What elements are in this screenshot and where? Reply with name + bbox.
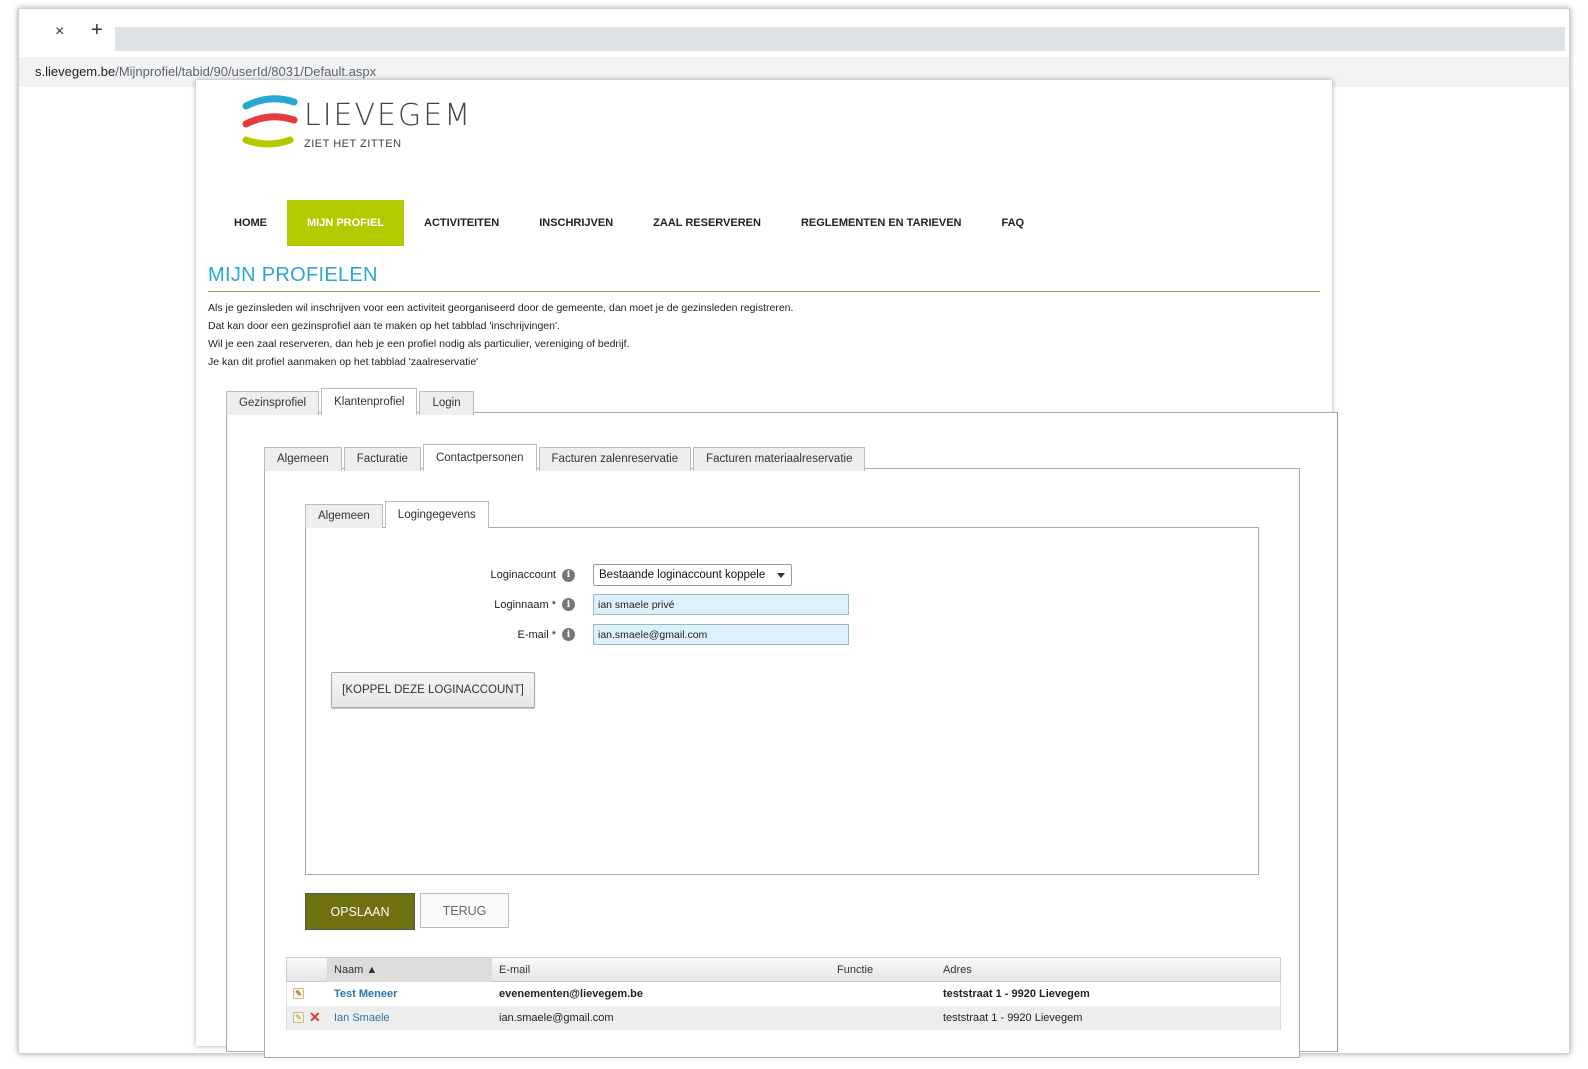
contact-name[interactable]: Ian Smaele — [334, 1012, 390, 1024]
tab-facturen-zalenreservatie[interactable]: Facturen zalenreservatie — [538, 447, 692, 471]
new-tab-icon[interactable]: + — [91, 19, 103, 42]
intro-text: Als je gezinsleden wil inschrijven voor … — [208, 299, 793, 371]
loginaccount-label: Loginaccount — [490, 569, 556, 581]
save-button[interactable]: OPSLAAN — [305, 893, 415, 930]
intro-line: Je kan dit profiel aanmaken op het tabbl… — [208, 356, 479, 368]
url-host: s.lievegem.be — [35, 64, 116, 79]
logo-mark-icon — [242, 95, 298, 148]
logo-name: LIEVEGEM — [304, 98, 473, 133]
tab-facturen-materiaalreservatie[interactable]: Facturen materiaalreservatie — [693, 447, 866, 471]
back-button[interactable]: TERUG — [420, 893, 509, 928]
url-text[interactable]: s.lievegem.be/Mijnprofiel/tabid/90/userI… — [35, 64, 376, 79]
tab-klantenprofiel[interactable]: Klantenprofiel — [321, 388, 418, 415]
title-divider — [208, 291, 1320, 292]
loginaccount-select[interactable]: Bestaande loginaccount koppele — [593, 564, 792, 586]
nav-item-mijn-profiel[interactable]: MIJN PROFIEL — [287, 200, 405, 246]
tab-login[interactable]: Login — [419, 391, 474, 415]
info-icon[interactable]: i — [562, 568, 575, 582]
tab-facturatie[interactable]: Facturatie — [343, 447, 421, 471]
edit-icon[interactable]: ✎ — [293, 1012, 304, 1023]
main-nav: HOME MIJN PROFIEL ACTIVITEITEN INSCHRIJV… — [214, 200, 1044, 246]
email-row: E-mail * i ian.smaele@gmail.com — [386, 624, 849, 645]
page-title: MIJN PROFIELEN — [208, 264, 378, 286]
edit-icon[interactable]: ✎ — [293, 988, 304, 999]
nav-item-faq[interactable]: FAQ — [981, 200, 1044, 246]
tab-contactpersonen[interactable]: Contactpersonen — [422, 444, 537, 471]
logo-tagline: ZIET HET ZITTEN — [304, 138, 402, 150]
browser-tab-strip: × + — [19, 9, 1569, 53]
table-header: Naam ▲ E-mail Functie Adres — [286, 957, 1281, 982]
column-header-adres[interactable]: Adres — [943, 964, 972, 976]
nav-item-zaal-reserveren[interactable]: ZAAL RESERVEREN — [633, 200, 781, 246]
tab-gezinsprofiel[interactable]: Gezinsprofiel — [226, 391, 320, 415]
contact-adres: teststraat 1 - 9920 Lievegem — [943, 1012, 1083, 1024]
tab-bar — [115, 27, 1565, 51]
intro-line: Wil je een zaal reserveren, dan heb je e… — [208, 338, 630, 350]
contact-email: evenementen@lievegem.be — [499, 988, 644, 1000]
tab-algemeen[interactable]: Algemeen — [264, 447, 342, 471]
contact-name[interactable]: Test Meneer — [334, 988, 397, 1000]
info-icon[interactable]: i — [562, 598, 575, 611]
close-tab-icon[interactable]: × — [55, 23, 64, 41]
url-path: /Mijnprofiel/tabid/90/userId/8031/Defaul… — [115, 64, 377, 79]
table-row[interactable]: ✎ ✕ Ian Smaele ian.smaele@gmail.com test… — [286, 1006, 1281, 1030]
intro-line: Als je gezinsleden wil inschrijven voor … — [208, 302, 794, 314]
column-header-email[interactable]: E-mail — [499, 964, 530, 976]
contact-adres: teststraat 1 - 9920 Lievegem — [943, 988, 1090, 1000]
nav-item-inschrijven[interactable]: INSCHRIJVEN — [519, 200, 633, 246]
klantenprofiel-tabs: Algemeen Facturatie Contactpersonen Fact… — [264, 444, 867, 471]
page-container: LIEVEGEM ZIET HET ZITTEN HOME MIJN PROFI… — [196, 80, 1338, 1058]
tab-logingegevens[interactable]: Logingegevens — [384, 501, 489, 528]
email-label: E-mail * — [517, 628, 556, 641]
profile-tabs: Gezinsprofiel Klantenprofiel Login — [226, 388, 476, 415]
contactpersoon-tabs: Algemeen Logingegevens — [305, 501, 491, 528]
info-icon[interactable]: i — [562, 628, 575, 641]
nav-item-activiteiten[interactable]: ACTIVITEITEN — [404, 200, 519, 246]
tab-contact-algemeen[interactable]: Algemeen — [305, 504, 383, 528]
nav-item-home[interactable]: HOME — [214, 200, 287, 246]
loginnaam-row: Loginnaam * i ian smaele privé — [386, 594, 849, 615]
loginnaam-input[interactable]: ian smaele privé — [593, 594, 849, 615]
table-row[interactable]: ✎ Test Meneer evenementen@lievegem.be te… — [286, 982, 1281, 1006]
loginaccount-row: Loginaccount i Bestaande loginaccount ko… — [386, 564, 792, 586]
chevron-down-icon — [777, 573, 785, 578]
column-header-naam[interactable]: Naam ▲ — [334, 964, 377, 976]
loginaccount-selected-value: Bestaande loginaccount koppele — [599, 569, 766, 581]
column-header-functie[interactable]: Functie — [837, 964, 873, 976]
nav-item-reglementen[interactable]: REGLEMENTEN EN TARIEVEN — [781, 200, 982, 246]
intro-line: Dat kan door een gezinsprofiel aan te ma… — [208, 320, 560, 332]
koppel-loginaccount-button[interactable]: [KOPPEL DEZE LOGINACCOUNT] — [331, 672, 535, 708]
contact-email: ian.smaele@gmail.com — [499, 1012, 614, 1024]
delete-icon[interactable]: ✕ — [309, 1009, 321, 1026]
email-input[interactable]: ian.smaele@gmail.com — [593, 624, 849, 645]
loginnaam-label: Loginnaam * — [494, 598, 556, 611]
contactpersonen-table: Naam ▲ E-mail Functie Adres ✎ Test Menee… — [286, 957, 1281, 1030]
